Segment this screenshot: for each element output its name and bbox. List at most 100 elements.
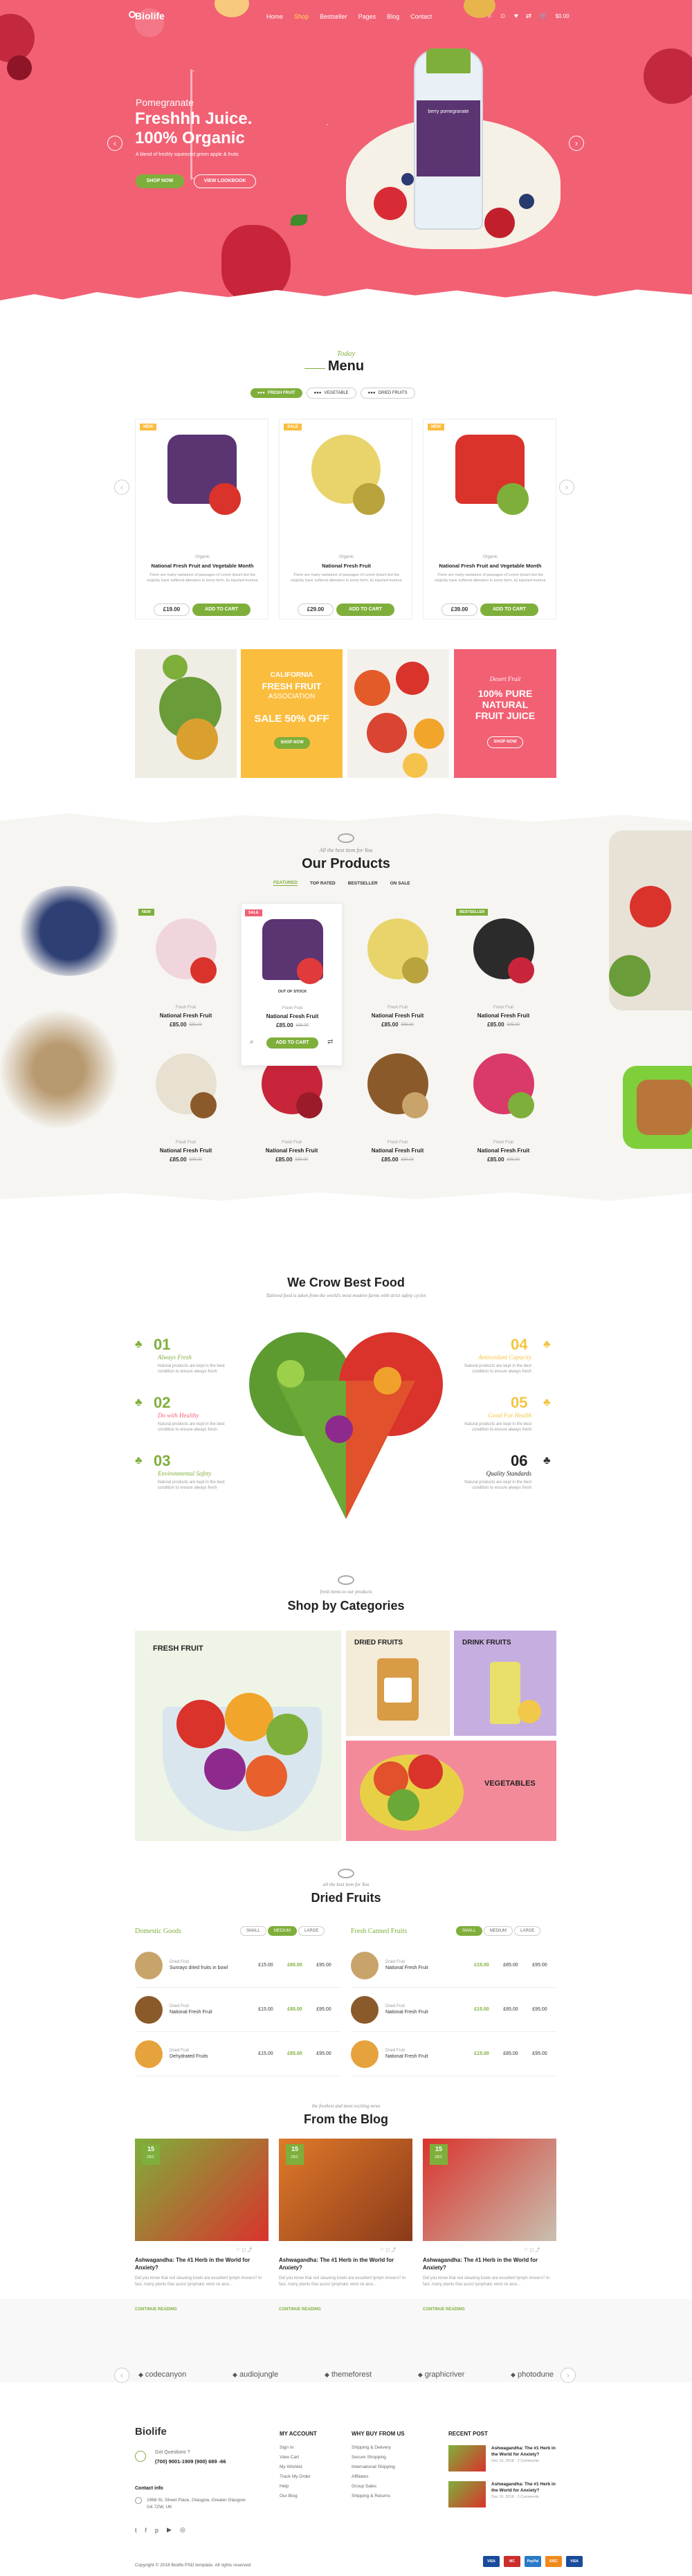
recent-post[interactable]: Ashwagandha: The #1 Herb in the World fo… — [448, 2481, 559, 2507]
nav-bestseller[interactable]: Bestseller — [320, 13, 347, 20]
cart-icon[interactable]: 🛒 — [539, 12, 547, 20]
product-card[interactable]: Fresh Fruit National Fresh Fruit £85.00 £95… — [453, 1038, 554, 1166]
banner-juice[interactable]: Desert Fruit 100% PURE NATURAL FRUIT JUI… — [454, 649, 556, 778]
brands-prev-button[interactable]: ‹ — [114, 2368, 129, 2383]
category-drink-fruits[interactable]: DRINK FRUITS — [454, 1631, 556, 1736]
banner-juice-shop-button[interactable]: SHOP NOW — [487, 736, 523, 748]
item-name[interactable]: National Fresh Fruit — [170, 2010, 253, 2015]
product-name[interactable]: National Fresh Fruit — [347, 1013, 448, 1019]
blog-post-title[interactable]: Ashwagandha: The #1 Herb in the World fo… — [423, 2256, 556, 2271]
product-name[interactable]: National Fresh Fruit and Vegetable Month — [427, 563, 554, 569]
brands-next-button[interactable]: › — [561, 2368, 576, 2383]
next-slide-button[interactable]: › — [569, 136, 584, 151]
footer-link[interactable]: Track My Order — [280, 2474, 317, 2479]
tab-top-rated[interactable]: TOP RATED — [310, 881, 336, 886]
size-large-tab[interactable]: LARGE — [514, 1926, 541, 1936]
cart-total[interactable]: $0.00 — [556, 13, 570, 19]
logo[interactable]: Biolife — [135, 10, 165, 21]
shop-now-button[interactable]: SHOP NOW — [136, 174, 184, 188]
menu-product-card[interactable]: NEW Organic National Fresh Fruit and Veget… — [423, 419, 556, 619]
footer-link[interactable]: My Wishlist — [280, 2465, 317, 2469]
recent-post[interactable]: Ashwagandha: The #1 Herb in the World fo… — [448, 2445, 559, 2471]
continue-reading-link[interactable]: CONTINUE READING — [135, 2307, 177, 2312]
nav-pages[interactable]: Pages — [358, 13, 376, 20]
youtube-icon[interactable]: ▶ — [167, 2526, 172, 2534]
add-to-cart-button[interactable]: ADD TO CART — [480, 604, 538, 616]
price-list-row[interactable]: Dried Fruit National Fresh Fruit £15.00 £85… — [351, 1988, 556, 2032]
category-fresh-fruit[interactable]: FRESH FRUIT — [135, 1631, 341, 1841]
item-thumbnail[interactable] — [135, 1951, 163, 1979]
menu-product-card[interactable]: NEW Organic National Fresh Fruit and Veget… — [135, 419, 268, 619]
facebook-icon[interactable]: f — [145, 2527, 147, 2534]
category-dried-fruits[interactable]: DRIED FRUITS — [346, 1631, 450, 1736]
recent-post-thumbnail[interactable] — [448, 2481, 486, 2507]
add-to-cart-button[interactable]: ADD TO CART — [266, 1037, 318, 1049]
nav-shop[interactable]: Shop — [294, 13, 309, 20]
twitter-icon[interactable]: t — [135, 2527, 137, 2534]
menu-next-button[interactable]: › — [559, 480, 574, 495]
footer-link[interactable]: Shipping & Returns — [352, 2494, 405, 2498]
product-name[interactable]: National Fresh Fruit — [242, 1013, 343, 1019]
brand-logo[interactable]: ◆ graphicriver — [418, 2370, 464, 2379]
user-icon[interactable]: ☺ — [500, 12, 507, 20]
footer-link[interactable]: Affiliates — [352, 2474, 405, 2479]
product-name[interactable]: National Fresh Fruit — [241, 1148, 343, 1154]
compare-icon[interactable]: ⇄ — [327, 1038, 333, 1046]
item-name[interactable]: National Fresh Fruit — [385, 1966, 468, 1970]
pinterest-icon[interactable]: p — [155, 2527, 158, 2534]
product-card[interactable]: NEW Fresh Fruit National Fresh Fruit £85.00… — [135, 903, 237, 1031]
product-name[interactable]: National Fresh Fruit — [453, 1148, 554, 1154]
brand-logo[interactable]: ◆ codecanyon — [138, 2370, 186, 2379]
footer-link[interactable]: View Cart — [280, 2455, 317, 2460]
product-card[interactable]: Fresh Fruit National Fresh Fruit £85.00 £95… — [347, 1038, 448, 1166]
product-card[interactable]: Fresh Fruit National Fresh Fruit £85.00 £95… — [135, 1038, 237, 1166]
add-to-cart-button[interactable]: ADD TO CART — [336, 604, 394, 616]
blog-post-title[interactable]: Ashwagandha: The #1 Herb in the World fo… — [279, 2256, 412, 2271]
product-card[interactable]: Fresh Fruit National Fresh Fruit £85.00 £95… — [347, 903, 448, 1031]
price-list-row[interactable]: Dried Fruit Sunrays dried fruits in bowl £… — [135, 1943, 340, 1988]
footer-link[interactable]: Shipping & Delivery — [352, 2445, 405, 2450]
nav-contact[interactable]: Contact — [410, 13, 432, 20]
compare-icon[interactable]: ⇄ — [526, 12, 531, 20]
banner-citrus[interactable] — [347, 649, 449, 778]
instagram-icon[interactable]: ◎ — [180, 2526, 185, 2534]
size-large-tab[interactable]: LARGE — [298, 1926, 325, 1936]
tab-bestseller[interactable]: BESTSELLER — [348, 881, 378, 886]
item-thumbnail[interactable] — [351, 1995, 379, 2024]
item-name[interactable]: Sunrays dried fruits in bowl — [170, 1966, 253, 1970]
product-name[interactable]: National Fresh Fruit and Vegetable Month — [139, 563, 266, 569]
tab-featured[interactable]: FEATURED — [273, 880, 298, 886]
banner-sale[interactable]: CALIFORNIA FRESH FRUIT ASSOCIATION SALE … — [241, 649, 343, 778]
tab-fresh-fruit[interactable]: ●●● FRESH FRUIT — [251, 388, 302, 398]
blog-post-title[interactable]: Ashwagandha: The #1 Herb in the World fo… — [135, 2256, 268, 2271]
size-small-tab[interactable]: SMALL — [456, 1926, 482, 1936]
item-thumbnail[interactable] — [351, 2040, 379, 2068]
recent-post-title[interactable]: Ashwagandha: The #1 Herb in the World fo… — [491, 2445, 559, 2458]
item-thumbnail[interactable] — [351, 1951, 379, 1979]
product-card[interactable]: SALE OUT OF STOCK Fresh Fruit National Fres… — [241, 903, 343, 1066]
footer-link[interactable]: Our Blog — [280, 2494, 317, 2498]
footer-link[interactable]: International Shipping — [352, 2465, 405, 2469]
item-name[interactable]: National Fresh Fruit — [385, 2054, 468, 2059]
continue-reading-link[interactable]: CONTINUE READING — [279, 2307, 321, 2312]
footer-link[interactable]: Secure Shopping — [352, 2455, 405, 2460]
recent-post-title[interactable]: Ashwagandha: The #1 Herb in the World fo… — [491, 2481, 559, 2494]
tab-vegetable[interactable]: ●●● VEGETABLE — [306, 388, 356, 399]
footer-link[interactable]: Sign In — [280, 2445, 317, 2450]
product-card[interactable]: BESTSELLER Fresh Fruit National Fresh Frui… — [453, 903, 554, 1031]
product-name[interactable]: National Fresh Fruit — [453, 1013, 554, 1019]
product-name[interactable]: National Fresh Fruit — [135, 1148, 237, 1154]
brand-logo[interactable]: ◆ photodune — [511, 2370, 554, 2379]
menu-product-card[interactable]: SALE Organic National Fresh Fruit There are… — [279, 419, 412, 619]
banner-sale-shop-button[interactable]: SHOP NOW — [274, 737, 310, 749]
category-vegetables[interactable]: VEGETABLES — [346, 1741, 556, 1841]
product-name[interactable]: National Fresh Fruit — [283, 563, 410, 569]
view-lookbook-button[interactable]: VIEW LOOKBOOK — [194, 174, 256, 188]
item-thumbnail[interactable] — [135, 1995, 163, 2024]
footer-logo[interactable]: Biolife — [135, 2426, 167, 2438]
item-name[interactable]: Dehydrated Fruits — [170, 2054, 253, 2059]
item-thumbnail[interactable] — [135, 2040, 163, 2068]
size-medium-tab[interactable]: MEDIUM — [267, 1926, 298, 1936]
recent-post-thumbnail[interactable] — [448, 2445, 486, 2471]
add-to-cart-button[interactable]: ADD TO CART — [192, 604, 251, 616]
